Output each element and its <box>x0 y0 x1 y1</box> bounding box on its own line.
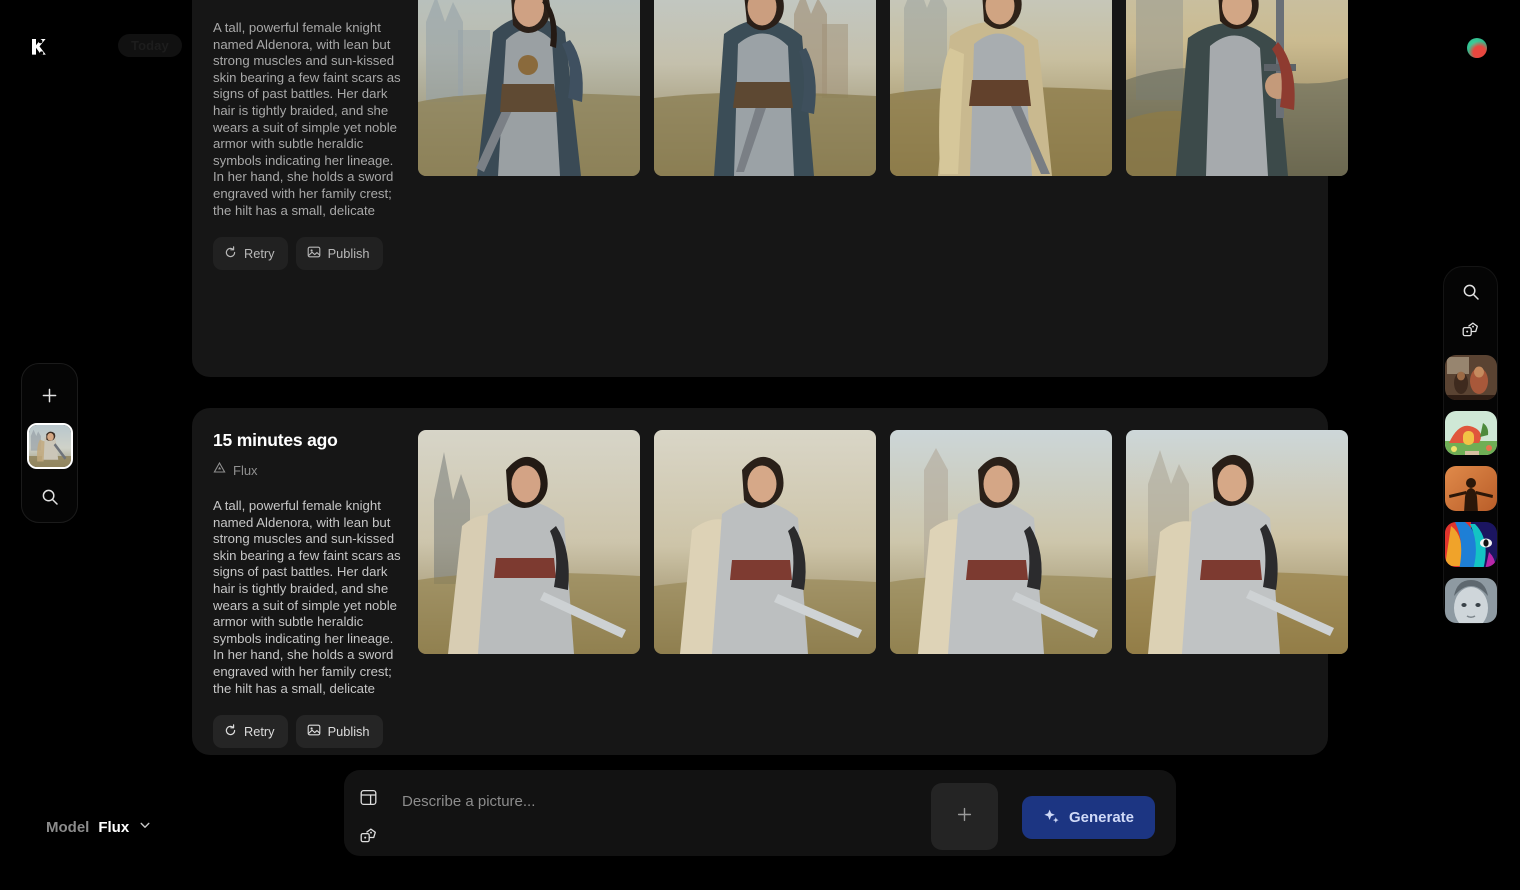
card-prompt-text: A tall, powerful female knight named Ald… <box>213 20 401 218</box>
generation-feed: 16 minutes ago Flux A tall, powerful fem… <box>192 0 1348 890</box>
right-rail-thumbnail[interactable] <box>1444 522 1497 568</box>
model-selector[interactable]: Model Flux <box>46 818 152 837</box>
generated-image-grid <box>418 430 1348 748</box>
generated-image[interactable] <box>1126 430 1348 654</box>
flux-triangle-icon <box>213 461 226 479</box>
publish-button[interactable]: Publish <box>295 237 383 271</box>
composer-tools <box>355 782 381 848</box>
app-root: Today Home Gallery Generate Assets Enhan… <box>0 0 1520 890</box>
search-icon[interactable] <box>37 484 63 510</box>
left-rail-selected-thumbnail[interactable] <box>26 423 73 469</box>
card-actions: Retry Publish <box>213 237 402 271</box>
card-meta: 16 minutes ago Flux A tall, powerful fem… <box>213 0 418 271</box>
refresh-icon <box>224 245 237 262</box>
model-selector-value: Flux <box>98 819 130 836</box>
card-model: Flux <box>213 461 402 479</box>
card-actions: Retry Publish <box>213 715 402 749</box>
generated-image[interactable] <box>418 430 640 654</box>
retry-button[interactable]: Retry <box>213 715 288 749</box>
generated-image[interactable] <box>418 0 640 176</box>
card-prompt-text: A tall, powerful female knight named Ald… <box>213 498 401 696</box>
plus-icon[interactable] <box>37 382 63 408</box>
chevron-down-icon <box>138 818 152 837</box>
generated-image[interactable] <box>654 0 876 176</box>
kraken-logo-icon[interactable] <box>26 36 50 60</box>
today-badge: Today <box>118 34 182 57</box>
right-rail-thumbnail[interactable] <box>1444 354 1497 400</box>
flux-triangle-icon <box>213 0 226 1</box>
generation-card: 15 minutes ago Flux A tall, powerful fem… <box>192 408 1348 755</box>
generated-image-grid <box>418 0 1348 270</box>
publish-button[interactable]: Publish <box>295 715 383 749</box>
image-upload-icon <box>307 245 321 262</box>
right-rail-thumbnail[interactable] <box>1444 578 1497 623</box>
prompt-input[interactable] <box>381 782 931 812</box>
dice-shuffle-icon[interactable] <box>355 822 381 848</box>
sparkle-icon <box>1043 808 1060 828</box>
retry-label: Retry <box>244 724 275 740</box>
panel-layout-icon[interactable] <box>355 784 381 810</box>
retry-button[interactable]: Retry <box>213 237 288 271</box>
add-reference-button[interactable] <box>931 783 998 850</box>
prompt-composer: Generate <box>344 770 1176 856</box>
right-rail-thumbnail[interactable] <box>1444 466 1497 512</box>
dice-shuffle-icon[interactable] <box>1458 317 1484 341</box>
publish-label: Publish <box>327 246 370 262</box>
generated-image[interactable] <box>890 0 1112 176</box>
retry-label: Retry <box>244 246 275 262</box>
generation-card: 16 minutes ago Flux A tall, powerful fem… <box>192 0 1348 377</box>
generated-image[interactable] <box>654 430 876 654</box>
generated-image[interactable] <box>890 430 1112 654</box>
generated-image[interactable] <box>1126 0 1348 176</box>
card-timestamp: 15 minutes ago <box>213 430 338 450</box>
card-model: Flux <box>213 0 402 1</box>
card-meta: 15 minutes ago Flux A tall, powerful fem… <box>213 430 418 749</box>
model-selector-label: Model <box>46 819 90 836</box>
generate-label: Generate <box>1068 809 1135 826</box>
right-sidebar <box>1443 266 1498 624</box>
generate-button[interactable]: Generate <box>1022 796 1155 839</box>
publish-label: Publish <box>327 724 370 740</box>
user-avatar[interactable] <box>1467 38 1487 58</box>
refresh-icon <box>224 723 237 740</box>
image-upload-icon <box>307 723 321 740</box>
search-icon[interactable] <box>1458 280 1484 304</box>
left-sidebar <box>21 363 78 523</box>
plus-icon <box>956 806 973 828</box>
right-rail-thumbnail[interactable] <box>1444 410 1497 456</box>
card-model-label: Flux <box>233 462 258 478</box>
